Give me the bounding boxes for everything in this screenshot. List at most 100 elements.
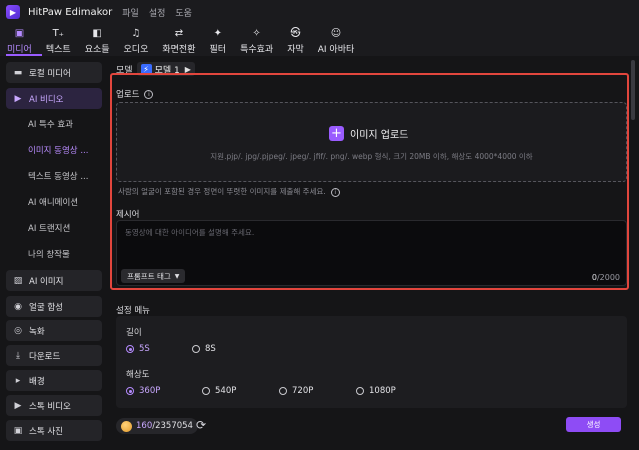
sidebar-item-stock-video[interactable]: ▶ 스톡 비디오 xyxy=(6,395,102,416)
sidebar-item-label: 녹화 xyxy=(29,326,45,337)
face-swap-icon: ◉ xyxy=(14,301,22,312)
app-title: HitPaw Edimakor xyxy=(28,6,113,18)
upload-button-label: 이미지 업로드 xyxy=(350,130,409,141)
radio-label: 360P xyxy=(139,386,161,396)
menu-settings[interactable]: 설정 xyxy=(149,6,166,19)
tab-text[interactable]: T₊ 텍스트 xyxy=(39,26,78,56)
sidebar-item-record[interactable]: ◎ 녹화 xyxy=(6,320,102,341)
filter-icon: ✦ xyxy=(213,27,222,39)
tab-label: 화면전환 xyxy=(162,44,196,55)
text-icon: T₊ xyxy=(52,27,64,39)
prompt-section-label: 제시어 xyxy=(116,210,140,220)
sidebar-subitem-text-to-video[interactable]: 텍스트 동영상 ... xyxy=(28,170,88,182)
menu-help[interactable]: 도움 xyxy=(175,6,192,19)
prompt-tag-dropdown[interactable]: 프롬프트 태그 ▼ xyxy=(121,269,186,283)
resolution-option-720p[interactable]: 720P xyxy=(279,386,313,396)
sidebar-subitem-image-to-video[interactable]: 이미지 동영상 ... xyxy=(28,144,88,156)
length-option-8s[interactable]: 8S xyxy=(192,344,216,354)
sidebar-item-label: 얼굴 합성 xyxy=(29,302,63,313)
tab-effects[interactable]: ✧ 특수효과 xyxy=(233,26,280,56)
resolution-label: 해상도 xyxy=(126,370,150,380)
coin-icon xyxy=(121,420,132,432)
transition-icon: ⇄ xyxy=(174,27,184,39)
resolution-option-540p[interactable]: 540P xyxy=(202,386,236,396)
title-bar: ▶ HitPaw Edimakor 파일 설정 도움 xyxy=(0,0,639,24)
info-icon[interactable]: i xyxy=(144,90,154,99)
prompt-textarea[interactable]: 동영상에 대한 아이디어를 설명해 주세요. 프롬프트 태그 ▼ 0/2000 xyxy=(116,220,627,286)
resolution-option-1080p[interactable]: 1080P xyxy=(356,386,396,396)
tab-label: 미디어 xyxy=(7,44,32,55)
length-option-5s[interactable]: 5S xyxy=(126,344,150,354)
main-toolbar: ▣ 미디어 T₊ 텍스트 ◧ 요소들 ♫ 오디오 ⇄ 화면전환 ✦ 필터 ✧ 특… xyxy=(0,24,639,56)
tab-label: 특수효과 xyxy=(240,44,274,55)
elements-icon: ◧ xyxy=(92,27,102,39)
radio-label: 8S xyxy=(205,344,216,354)
resolution-option-360p[interactable]: 360P xyxy=(126,386,160,396)
tab-ai-avatar[interactable]: ☺ AI 아바타 xyxy=(311,26,362,56)
tab-audio[interactable]: ♫ 오디오 xyxy=(117,26,156,56)
sidebar-subitem-ai-transition[interactable]: AI 트랜지션 xyxy=(28,222,70,234)
radio-dot xyxy=(356,387,364,395)
media-icon: ▣ xyxy=(14,27,25,39)
app-logo-icon: ▶ xyxy=(6,5,20,19)
prompt-placeholder: 동영상에 대한 아이디어를 설명해 주세요. xyxy=(125,228,255,237)
upload-format-hint: 지원.pjp/. jpg/.pjpeg/. jpeg/. jfif/. png/… xyxy=(210,152,533,161)
length-label: 길이 xyxy=(126,328,142,338)
radio-label: 540P xyxy=(215,386,237,396)
download-icon: ⤓ xyxy=(16,350,20,361)
radio-dot xyxy=(279,387,287,395)
sidebar-item-stock-photo[interactable]: ▣ 스톡 사진 xyxy=(6,420,102,441)
tab-transition[interactable]: ⇄ 화면전환 xyxy=(155,26,202,56)
record-icon: ◎ xyxy=(14,325,22,336)
sidebar-item-label: 스톡 사진 xyxy=(29,426,63,437)
tab-media[interactable]: ▣ 미디어 xyxy=(0,26,39,56)
upload-image-button[interactable]: + 이미지 업로드 xyxy=(329,126,408,141)
sidebar-subitem-ai-animation[interactable]: AI 애니메이션 xyxy=(28,196,78,208)
refresh-icon[interactable]: ⟳ xyxy=(196,418,206,432)
background-icon: ▸ xyxy=(15,375,21,386)
upload-label-text: 업로드 xyxy=(116,90,140,100)
credits-total: /2357054 xyxy=(152,421,193,431)
info-icon[interactable]: i xyxy=(330,187,340,197)
scrollbar[interactable] xyxy=(631,60,635,120)
char-max: /2000 xyxy=(596,273,620,282)
upload-dropzone[interactable]: + 이미지 업로드 지원.pjp/. jpg/.pjpeg/. jpeg/. j… xyxy=(116,102,627,182)
footer-bar: 160/2357054 ⟳ 생성 xyxy=(108,414,639,438)
sidebar-item-download[interactable]: ⤓ 다운로드 xyxy=(6,345,102,366)
sidebar-subitem-my-creations[interactable]: 나의 창작물 xyxy=(28,248,70,260)
sidebar-item-label: AI 이미지 xyxy=(29,276,64,287)
radio-dot xyxy=(192,345,200,353)
credits-badge: 160/2357054 xyxy=(116,418,198,434)
tab-label: 자막 xyxy=(287,44,304,55)
sidebar-item-label: 배경 xyxy=(29,376,45,387)
radio-dot xyxy=(126,345,134,353)
tab-elements[interactable]: ◧ 요소들 xyxy=(78,26,117,56)
tab-subtitle[interactable]: ㉿ 자막 xyxy=(280,26,311,56)
effects-icon: ✧ xyxy=(252,27,261,39)
sidebar-item-ai-image[interactable]: ▨ AI 이미지 xyxy=(6,270,102,291)
folder-icon: ▬ xyxy=(13,67,23,78)
stock-photo-icon: ▣ xyxy=(13,425,23,436)
audio-icon: ♫ xyxy=(131,27,141,39)
menu-file[interactable]: 파일 xyxy=(122,6,139,19)
face-notice: 사람의 얼굴이 포함된 경우 정면이 뚜렷한 이미지를 제출해 주세요. i xyxy=(118,186,340,197)
face-notice-text: 사람의 얼굴이 포함된 경우 정면이 뚜렷한 이미지를 제출해 주세요. xyxy=(118,187,326,196)
sidebar-item-local-media[interactable]: ▬ 로컬 미디어 xyxy=(6,62,102,83)
settings-panel: 길이 5S 8S 해상도 360P 540P 720P 1080P xyxy=(116,316,627,408)
generate-button[interactable]: 생성 xyxy=(566,417,621,432)
tab-label: 필터 xyxy=(209,44,227,55)
sidebar-subitem-ai-effects[interactable]: AI 특수 효과 xyxy=(28,118,73,130)
sidebar-item-background[interactable]: ▸ 배경 xyxy=(6,370,102,391)
sidebar-item-ai-video[interactable]: ▶ AI 비디오 xyxy=(6,88,102,109)
ai-video-icon: ▶ xyxy=(14,93,22,104)
credits-used: 160 xyxy=(136,421,153,431)
ai-image-icon: ▨ xyxy=(13,275,23,286)
subtitle-icon: ㉿ xyxy=(290,27,301,39)
sidebar: ▬ 로컬 미디어 ▶ AI 비디오 AI 특수 효과 이미지 동영상 ... 텍… xyxy=(0,58,108,450)
tab-label: 오디오 xyxy=(123,44,149,55)
radio-dot xyxy=(202,387,210,395)
upload-section-label: 업로드 i xyxy=(116,88,154,100)
radio-dot xyxy=(126,387,134,395)
sidebar-item-face-swap[interactable]: ◉ 얼굴 합성 xyxy=(6,296,102,317)
tab-filter[interactable]: ✦ 필터 xyxy=(203,26,234,56)
